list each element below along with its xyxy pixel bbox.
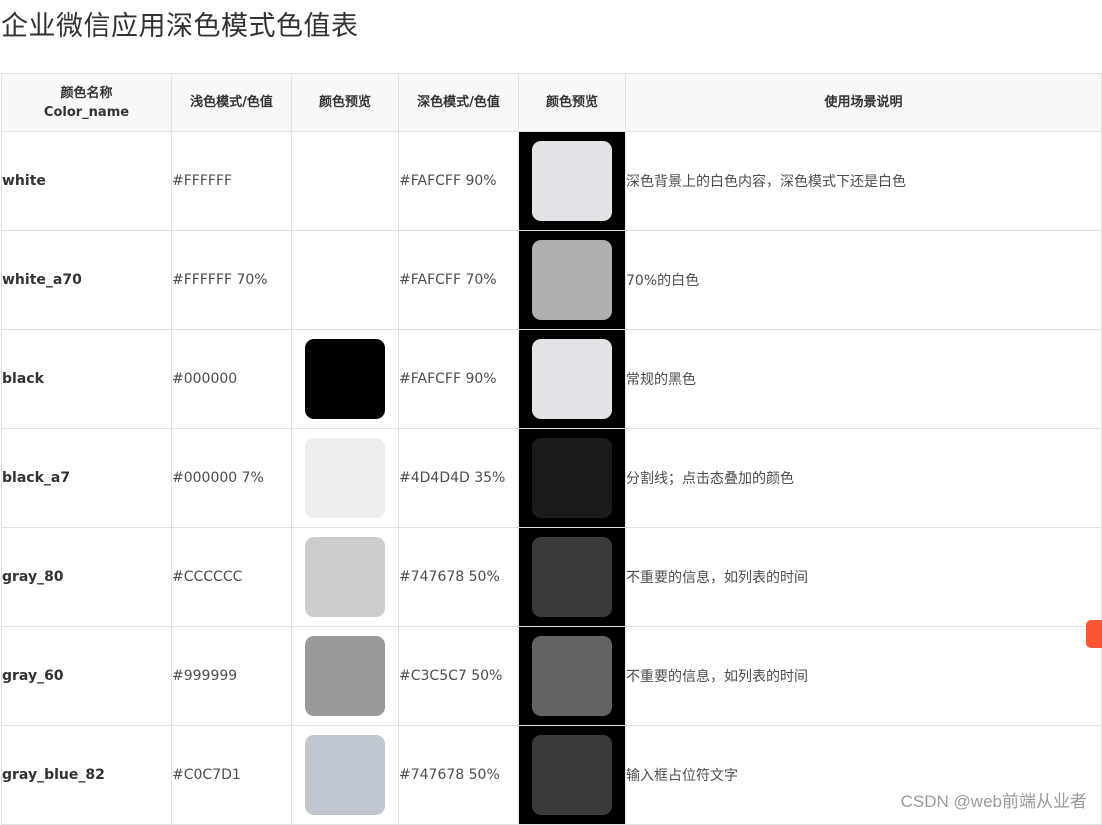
usage-cell: 深色背景上的白色内容，深色模式下还是白色 (625, 131, 1102, 231)
csdn-watermark: CSDN @web前端从业者 (900, 792, 1087, 811)
light-preview-cell (291, 527, 399, 627)
dark-color-swatch (532, 537, 612, 617)
dark-preview-cell (518, 131, 626, 231)
light-value-cell: #999999 (171, 626, 292, 726)
color-name-cell: white_a70 (1, 230, 172, 330)
dark-value-cell: #FAFCFF 90% (398, 131, 519, 231)
dark-preview-cell (518, 329, 626, 429)
dark-preview-cell (518, 725, 626, 825)
dark-color-swatch (532, 240, 612, 320)
light-preview-cell (291, 725, 399, 825)
dark-color-swatch (532, 438, 612, 518)
color-name-cell: gray_blue_82 (1, 725, 172, 825)
color-name-cell: gray_60 (1, 626, 172, 726)
header-light-preview: 颜色预览 (291, 73, 399, 132)
light-color-swatch (305, 438, 385, 518)
light-color-swatch (305, 141, 385, 221)
dark-value-cell: #747678 50% (398, 527, 519, 627)
light-value-cell: #000000 (171, 329, 292, 429)
table-row: black #000000 #FAFCFF 90% 常规的黑色 (1, 329, 1102, 429)
dark-value-cell: #FAFCFF 70% (398, 230, 519, 330)
light-value-cell: #000000 7% (171, 428, 292, 528)
light-preview-cell (291, 131, 399, 231)
usage-cell: 常规的黑色 (625, 329, 1102, 429)
table-row: gray_60 #999999 #C3C5C7 50% 不重要的信息，如列表的时间 (1, 626, 1102, 726)
usage-cell: 分割线；点击态叠加的颜色 (625, 428, 1102, 528)
light-value-cell: #CCCCCC (171, 527, 292, 627)
light-color-swatch (305, 537, 385, 617)
dark-value-cell: #C3C5C7 50% (398, 626, 519, 726)
light-color-swatch (305, 339, 385, 419)
table-row: white #FFFFFF #FAFCFF 90% 深色背景上的白色内容，深色模式下还… (1, 131, 1102, 231)
page-title: 企业微信应用深色模式色值表 (1, 11, 359, 42)
dark-preview-cell (518, 230, 626, 330)
table-row: white_a70 #FFFFFF 70% #FAFCFF 70% 70%的白色 (1, 230, 1102, 330)
usage-cell: 不重要的信息，如列表的时间 (625, 626, 1102, 726)
light-color-swatch (305, 735, 385, 815)
color-name-cell: gray_80 (1, 527, 172, 627)
table-header-row: 颜色名称 Color_name 浅色模式/色值 颜色预览 深色模式/色值 颜色预… (1, 73, 1102, 132)
light-preview-cell (291, 329, 399, 429)
table-body: white #FFFFFF #FAFCFF 90% 深色背景上的白色内容，深色模式下还… (1, 131, 1102, 825)
table-row: black_a7 #000000 7% #4D4D4D 35% 分割线；点击态叠加的颜… (1, 428, 1102, 528)
light-preview-cell (291, 230, 399, 330)
color-value-table: 颜色名称 Color_name 浅色模式/色值 颜色预览 深色模式/色值 颜色预… (1, 73, 1102, 825)
light-color-swatch (305, 636, 385, 716)
dark-color-swatch (532, 735, 612, 815)
dark-value-cell: #747678 50% (398, 725, 519, 825)
table-row: gray_80 #CCCCCC #747678 50% 不重要的信息，如列表的时间 (1, 527, 1102, 627)
dark-color-swatch (532, 339, 612, 419)
dark-preview-cell (518, 428, 626, 528)
dark-preview-cell (518, 527, 626, 627)
color-name-cell: black_a7 (1, 428, 172, 528)
dark-color-swatch (532, 141, 612, 221)
dark-value-cell: #FAFCFF 90% (398, 329, 519, 429)
header-dark-value: 深色模式/色值 (398, 73, 519, 132)
light-preview-cell (291, 626, 399, 726)
usage-cell: 70%的白色 (625, 230, 1102, 330)
light-value-cell: #FFFFFF 70% (171, 230, 292, 330)
header-light-value: 浅色模式/色值 (171, 73, 292, 132)
usage-cell: 不重要的信息，如列表的时间 (625, 527, 1102, 627)
light-preview-cell (291, 428, 399, 528)
dark-preview-cell (518, 626, 626, 726)
header-color-name-cn: 颜色名称 (60, 85, 113, 101)
light-value-cell: #C0C7D1 (171, 725, 292, 825)
side-floating-icon[interactable] (1086, 620, 1102, 648)
light-value-cell: #FFFFFF (171, 131, 292, 231)
light-color-swatch (305, 240, 385, 320)
header-color-name-en: Color_name (43, 104, 130, 120)
header-color-name: 颜色名称 Color_name (1, 73, 172, 132)
color-name-cell: black (1, 329, 172, 429)
dark-value-cell: #4D4D4D 35% (398, 428, 519, 528)
dark-color-swatch (532, 636, 612, 716)
color-name-cell: white (1, 131, 172, 231)
header-usage: 使用场景说明 (625, 73, 1102, 132)
header-dark-preview: 颜色预览 (518, 73, 626, 132)
